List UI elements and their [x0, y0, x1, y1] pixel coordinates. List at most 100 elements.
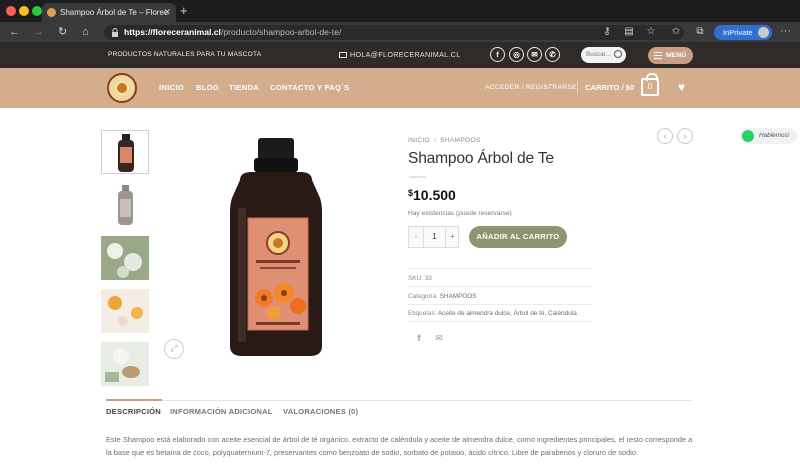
product-description: Este Shampoo está elaborado con aceite e… — [106, 435, 693, 457]
key-icon[interactable]: ⚷ — [601, 26, 613, 38]
site-header: INICIO BLOG TIENDA CONTACTO Y FAQ´S ACCE… — [0, 68, 800, 108]
meta-divider — [408, 286, 592, 287]
inprivate-badge[interactable]: InPrivate — [714, 25, 772, 40]
browser-toolbar: ← → ↻ ⌂ https://floreceranimal.cl/produc… — [0, 22, 800, 42]
thumb-flowers-image — [101, 236, 149, 280]
instagram-icon[interactable]: ◎ — [509, 47, 524, 62]
stock-status: Hay existencias (puede reservarse) — [408, 210, 512, 217]
reload-icon[interactable]: ↻ — [58, 24, 67, 40]
share-facebook-icon[interactable]: f — [413, 332, 425, 344]
home-icon[interactable]: ⌂ — [82, 24, 89, 40]
phone-icon[interactable]: ✆ — [545, 47, 560, 62]
tags-links[interactable]: Aceite de almendra dulce, Árbol de té, C… — [438, 310, 577, 317]
meta-divider — [408, 304, 592, 305]
prev-product-icon[interactable]: ‹ — [657, 128, 673, 144]
sku-label: SKU: — [408, 275, 423, 282]
tab-informacion-adicional[interactable]: INFORMACIÓN ADICIONAL — [170, 407, 273, 416]
profile-avatar — [758, 27, 769, 38]
add-to-cart-button[interactable]: AÑADIR AL CARRITO — [469, 226, 567, 248]
nav-inicio[interactable]: INICIO — [159, 68, 184, 108]
price-value: 10.500 — [413, 187, 456, 203]
gallery-thumb-almond[interactable] — [101, 342, 149, 386]
back-icon[interactable]: ← — [9, 24, 20, 40]
wishlist-heart-icon[interactable]: ♥ — [678, 79, 685, 95]
quantity-stepper: - 1 + — [408, 226, 459, 248]
minimize-window-button[interactable] — [19, 6, 29, 16]
quantity-input[interactable]: 1 — [424, 227, 445, 247]
mail-icon[interactable]: ✉ — [527, 47, 542, 62]
reading-view-icon[interactable]: ▤ — [623, 26, 635, 38]
breadcrumb-shampoos[interactable]: SHAMPOOS — [440, 137, 481, 144]
category-link[interactable]: SHAMPOOS — [440, 293, 477, 300]
more-options-icon[interactable]: ··· — [780, 25, 791, 37]
tags-label: Etiquetas: — [408, 310, 437, 317]
product-main-image[interactable] — [160, 128, 390, 373]
product-price: $10.500 — [408, 187, 456, 203]
sku-value: 33 — [424, 275, 432, 282]
facebook-icon[interactable]: f — [490, 47, 505, 62]
new-tab-button[interactable]: + — [180, 3, 188, 19]
category-label: Categoría: — [408, 293, 438, 300]
whatsapp-icon — [742, 130, 754, 142]
meta-divider — [408, 268, 592, 269]
title-divider — [409, 176, 426, 178]
tabs-divider — [106, 400, 693, 401]
breadcrumb: INICIO / SHAMPOOS — [408, 137, 481, 144]
favorite-star-icon[interactable]: ☆ — [645, 26, 657, 38]
zoom-window-button[interactable] — [32, 6, 42, 16]
gallery-thumb-calendula[interactable] — [101, 289, 149, 333]
active-tab-indicator — [106, 399, 162, 401]
collections-icon[interactable]: ⧉ — [694, 26, 706, 38]
hamburger-icon — [654, 52, 662, 59]
quantity-minus-button[interactable]: - — [409, 227, 424, 247]
browser-tab[interactable]: Shampoo Árbol de Te – Florec ✕ — [42, 3, 176, 22]
tab-descripcion[interactable]: DESCRIPCIÓN — [106, 407, 161, 416]
product-category: Categoría: SHAMPOOS — [408, 293, 477, 300]
nav-contacto-faq[interactable]: CONTACTO Y FAQ´S — [270, 68, 349, 108]
next-product-icon[interactable]: › — [677, 128, 693, 144]
envelope-icon — [339, 52, 347, 58]
share-email-icon[interactable]: ✉ — [433, 332, 445, 344]
site-top-bar: PRODUCTOS NATURALES PARA TU MASCOTA HOLA… — [0, 42, 800, 68]
breadcrumb-inicio[interactable]: INICIO — [408, 137, 430, 144]
gallery-thumb-bottle-back[interactable] — [101, 183, 149, 227]
thumb-bottle-back-image — [101, 183, 149, 227]
address-bar[interactable]: https://floreceranimal.cl/producto/shamp… — [104, 25, 684, 40]
meta-divider — [408, 321, 592, 322]
nav-tienda[interactable]: TIENDA — [229, 68, 259, 108]
tab-valoraciones[interactable]: VALORACIONES (0) — [283, 407, 358, 416]
product-tags: Etiquetas: Aceite de almendra dulce, Árb… — [408, 310, 577, 317]
header-divider — [577, 81, 578, 95]
tab-title: Shampoo Árbol de Te – Florec — [60, 8, 168, 17]
site-logo[interactable] — [107, 73, 137, 103]
product-title: Shampoo Árbol de Te — [408, 150, 554, 167]
menu-label: MENÚ — [666, 52, 687, 59]
close-window-button[interactable] — [6, 6, 16, 16]
favorites-icon[interactable]: ✩ — [670, 26, 682, 38]
contact-email-link[interactable]: HOLA@FLORECERANIMAL.CL — [339, 42, 461, 68]
favicon-icon — [47, 8, 56, 17]
site-tagline: PRODUCTOS NATURALES PARA TU MASCOTA — [108, 51, 262, 58]
quantity-plus-button[interactable]: + — [445, 227, 459, 247]
thumb-almond-image — [101, 342, 149, 386]
zoom-icon[interactable]: ⤢ — [164, 339, 184, 359]
product-sku: SKU: 33 — [408, 275, 432, 282]
thumb-bottle-image — [102, 131, 148, 173]
cart-bag-icon[interactable]: 0 — [641, 73, 659, 96]
whatsapp-chat-button[interactable]: Hablemos! — [740, 128, 797, 144]
inprivate-label: InPrivate — [723, 28, 753, 37]
nav-blog[interactable]: BLOG — [196, 68, 219, 108]
close-tab-icon[interactable]: ✕ — [163, 3, 171, 22]
search-icon[interactable] — [614, 50, 622, 58]
thumb-calendula-image — [101, 289, 149, 333]
url-path: /producto/shampoo-arbol-de-te/ — [220, 27, 342, 37]
forward-icon[interactable]: → — [33, 24, 44, 40]
menu-button[interactable]: MENÚ — [648, 47, 693, 64]
contact-email: HOLA@FLORECERANIMAL.CL — [350, 50, 461, 59]
gallery-thumb-flowers[interactable] — [101, 236, 149, 280]
cart-link[interactable]: CARRITO / $0 — [585, 68, 634, 108]
site-search-input[interactable]: Buscar... — [581, 47, 626, 63]
gallery-thumb-bottle[interactable] — [101, 130, 149, 174]
logo-emblem — [115, 81, 129, 95]
login-register-link[interactable]: ACCEDER / REGISTRARSE — [485, 68, 577, 108]
